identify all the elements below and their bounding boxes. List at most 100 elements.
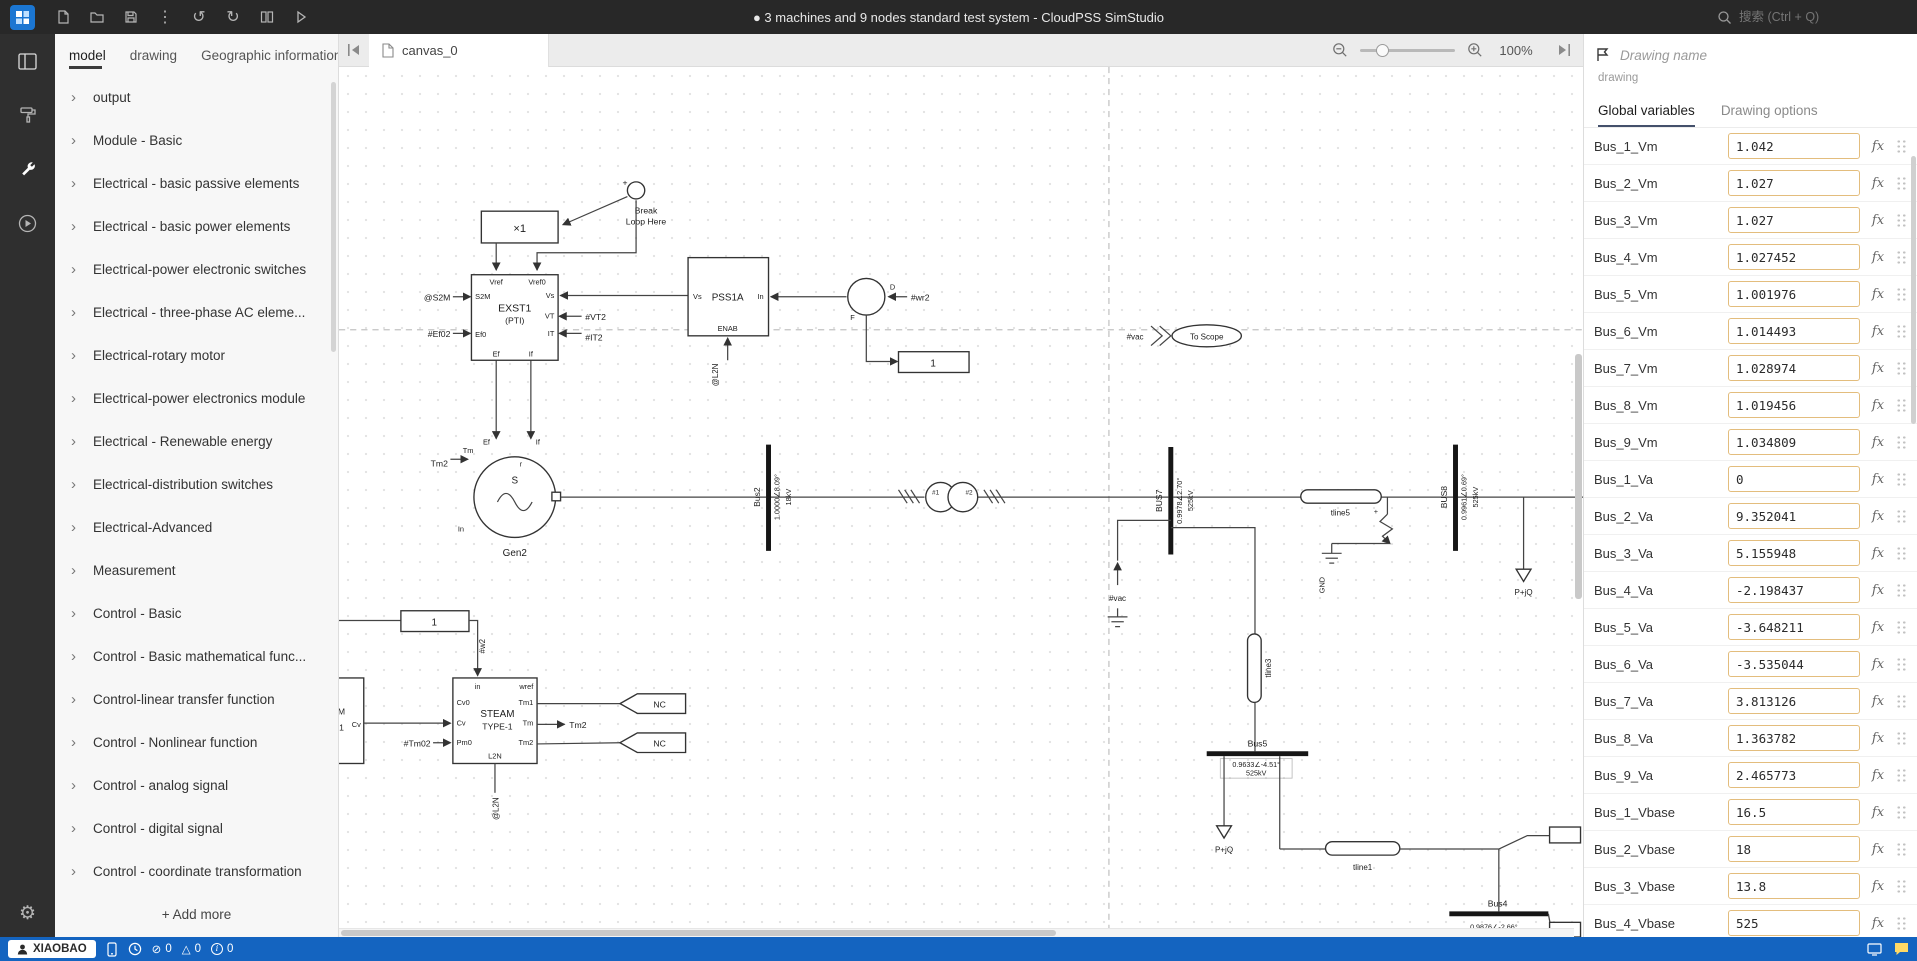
- fx-expression-icon[interactable]: fx: [1867, 879, 1889, 894]
- tline5[interactable]: tline5: [1301, 490, 1381, 518]
- save-button[interactable]: [115, 3, 147, 31]
- settings-gear-icon[interactable]: ⚙: [0, 902, 55, 925]
- zoom-slider-knob[interactable]: [1376, 44, 1389, 57]
- drag-handle-icon[interactable]: [1896, 768, 1907, 783]
- compare-button[interactable]: [251, 3, 283, 31]
- variable-value-input[interactable]: [1728, 392, 1860, 418]
- fx-expression-icon[interactable]: fx: [1867, 287, 1889, 302]
- user-badge[interactable]: XIAOBAO: [8, 940, 96, 958]
- constant-block-b[interactable]: 1 #w2: [339, 611, 487, 676]
- variable-value-input[interactable]: [1728, 799, 1860, 825]
- canvas-horizontal-scrollbar[interactable]: [339, 928, 1574, 937]
- drag-handle-icon[interactable]: [1896, 694, 1907, 709]
- break-loop-node[interactable]: + Break Loop Here: [563, 178, 666, 227]
- sidebar-item[interactable]: › Electrical-rotary motor: [55, 334, 338, 377]
- fx-expression-icon[interactable]: fx: [1867, 139, 1889, 154]
- search-box[interactable]: [1717, 10, 1907, 25]
- fx-expression-icon[interactable]: fx: [1867, 842, 1889, 857]
- variable-value-input[interactable]: [1728, 614, 1860, 640]
- drag-handle-icon[interactable]: [1896, 176, 1907, 191]
- exst1-block[interactable]: EXST1 (PTI) Vref Vref0 S2M Ef0 Vs VT IT …: [471, 275, 558, 361]
- zoom-in-icon[interactable]: [1467, 42, 1483, 58]
- history-clock-icon[interactable]: [128, 942, 142, 956]
- bus7[interactable]: BUS7 0.9978∠2.70° 525kV: [1154, 447, 1195, 555]
- collapse-right-panel-icon[interactable]: [1549, 34, 1579, 67]
- sidebar-item[interactable]: › output: [55, 76, 338, 119]
- collapse-left-panel-icon[interactable]: [339, 34, 369, 67]
- warning-count[interactable]: △ 0: [182, 942, 201, 956]
- bus8[interactable]: BUS8 0.9961∠0.69° 525kV: [1439, 445, 1480, 551]
- wrench-icon[interactable]: [15, 156, 41, 182]
- fx-expression-icon[interactable]: fx: [1867, 583, 1889, 598]
- sidebar-item[interactable]: › Control - coordinate transformation: [55, 850, 338, 891]
- fx-expression-icon[interactable]: fx: [1867, 324, 1889, 339]
- schematic-canvas[interactable]: ×1 + Break Loop Here: [339, 67, 1583, 937]
- fx-expression-icon[interactable]: fx: [1867, 916, 1889, 931]
- right-panel-scrollbar[interactable]: [1911, 156, 1916, 424]
- fx-expression-icon[interactable]: fx: [1867, 731, 1889, 746]
- partial-left-block[interactable]: M 1 Cv: [339, 678, 450, 764]
- fx-expression-icon[interactable]: fx: [1867, 398, 1889, 413]
- sidebar-item[interactable]: › Module - Basic: [55, 119, 338, 162]
- tab-global-variables[interactable]: Global variables: [1598, 103, 1695, 127]
- drag-handle-icon[interactable]: [1896, 213, 1907, 228]
- fx-expression-icon[interactable]: fx: [1867, 176, 1889, 191]
- open-folder-button[interactable]: [81, 3, 113, 31]
- fx-expression-icon[interactable]: fx: [1867, 694, 1889, 709]
- drag-handle-icon[interactable]: [1896, 509, 1907, 524]
- drag-handle-icon[interactable]: [1896, 398, 1907, 413]
- canvas-vertical-scrollbar[interactable]: [1575, 354, 1582, 599]
- sidebar-item[interactable]: › Control-linear transfer function: [55, 678, 338, 721]
- variable-value-input[interactable]: [1728, 429, 1860, 455]
- sidebar-item[interactable]: › Electrical-Advanced: [55, 506, 338, 549]
- sidebar-item[interactable]: › Electrical - Renewable energy: [55, 420, 338, 463]
- fx-expression-icon[interactable]: fx: [1867, 620, 1889, 635]
- more-options-button[interactable]: ⋮: [149, 3, 181, 31]
- sidebar-item[interactable]: › Control - Basic mathematical func...: [55, 635, 338, 678]
- fx-expression-icon[interactable]: fx: [1867, 213, 1889, 228]
- fault-element[interactable]: + GND: [1317, 497, 1392, 593]
- variable-value-input[interactable]: [1728, 651, 1860, 677]
- load-right[interactable]: P+jQ: [1515, 497, 1533, 597]
- variable-value-input[interactable]: [1728, 762, 1860, 788]
- sidebar-item[interactable]: › Electrical - basic passive elements: [55, 162, 338, 205]
- tline3[interactable]: tline3: [1171, 528, 1273, 752]
- drag-handle-icon[interactable]: [1896, 250, 1907, 265]
- fx-expression-icon[interactable]: fx: [1867, 509, 1889, 524]
- drag-handle-icon[interactable]: [1896, 879, 1907, 894]
- drawing-name-input[interactable]: [1620, 48, 1905, 63]
- variable-value-input[interactable]: [1728, 170, 1860, 196]
- drag-handle-icon[interactable]: [1896, 361, 1907, 376]
- zoom-slider[interactable]: [1360, 49, 1455, 52]
- undo-button[interactable]: ↺: [183, 3, 215, 31]
- add-more-button[interactable]: + Add more: [55, 891, 338, 937]
- variable-value-input[interactable]: [1728, 281, 1860, 307]
- steam-turbine-block[interactable]: STEAM TYPE-1 in wref Cv0 Cv Pm0 Tm1 Tm T…: [453, 678, 537, 764]
- mobile-icon[interactable]: [106, 942, 118, 957]
- bus2[interactable]: Bus2 1.0000∠8.09° 18kV: [752, 445, 793, 551]
- fx-expression-icon[interactable]: fx: [1867, 472, 1889, 487]
- sidebar-item[interactable]: › Electrical-power electronics module: [55, 377, 338, 420]
- multiplier-block[interactable]: ×1: [481, 211, 558, 243]
- fx-expression-icon[interactable]: fx: [1867, 435, 1889, 450]
- sidebar-item[interactable]: › Electrical - three-phase AC eleme...: [55, 291, 338, 334]
- drag-handle-icon[interactable]: [1896, 620, 1907, 635]
- fx-expression-icon[interactable]: fx: [1867, 768, 1889, 783]
- drag-handle-icon[interactable]: [1896, 287, 1907, 302]
- constant-block-a[interactable]: 1: [866, 315, 969, 372]
- sidebar-item[interactable]: › Control - Basic: [55, 592, 338, 635]
- variable-value-input[interactable]: [1728, 244, 1860, 270]
- drag-handle-icon[interactable]: [1896, 805, 1907, 820]
- drag-handle-icon[interactable]: [1896, 472, 1907, 487]
- paint-roller-icon[interactable]: [15, 102, 41, 128]
- fx-expression-icon[interactable]: fx: [1867, 805, 1889, 820]
- info-count[interactable]: i 0: [211, 943, 233, 955]
- drag-handle-icon[interactable]: [1896, 583, 1907, 598]
- variable-value-input[interactable]: [1728, 318, 1860, 344]
- tab-model[interactable]: model: [69, 38, 106, 73]
- variable-value-input[interactable]: [1728, 725, 1860, 751]
- vac-source[interactable]: #vac: [1108, 520, 1171, 626]
- tab-geographic-information[interactable]: Geographic information: [201, 38, 338, 73]
- error-count[interactable]: ⊘ 0: [152, 942, 172, 956]
- sidebar-item[interactable]: › Control - Nonlinear function: [55, 721, 338, 764]
